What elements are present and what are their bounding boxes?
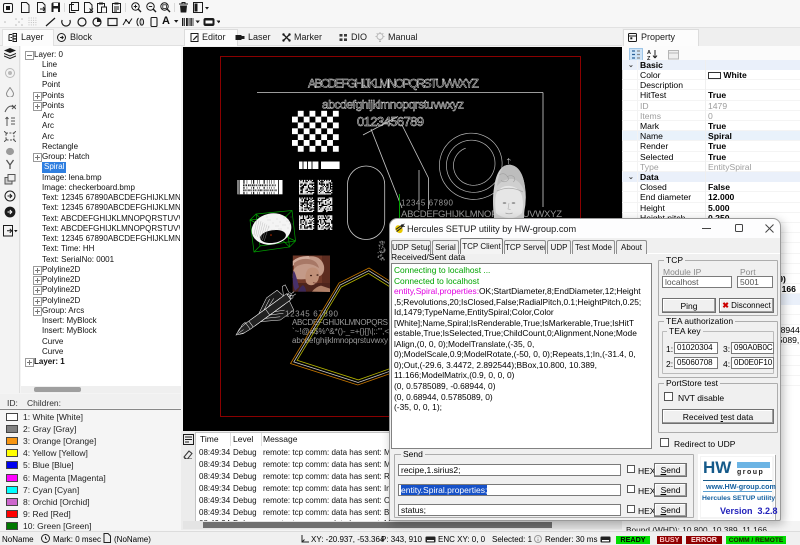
svg-text:ABCDEFGHIJKLMNOPQRS: ABCDEFGHIJKLMNOPQRS (292, 318, 388, 327)
svg-text:abcdefghijklmnopqrstuvwxyz: abcdefghijklmnopqrstuvwxyz (322, 98, 464, 112)
svg-text:0123456789: 0123456789 (357, 114, 424, 129)
svg-text:12345 67890: 12345 67890 (401, 199, 454, 208)
svg-text:`~!@#$%^&*()-_=+{}[]\|;:'",<: `~!@#$%^&*()-_=+{}[]\|;:'",< (292, 327, 389, 336)
svg-text:ABCDEFGHIJKLMNOPQRSTUVWXYZ: ABCDEFGHIJKLMNOPQRSTUVWXYZ (308, 77, 479, 91)
